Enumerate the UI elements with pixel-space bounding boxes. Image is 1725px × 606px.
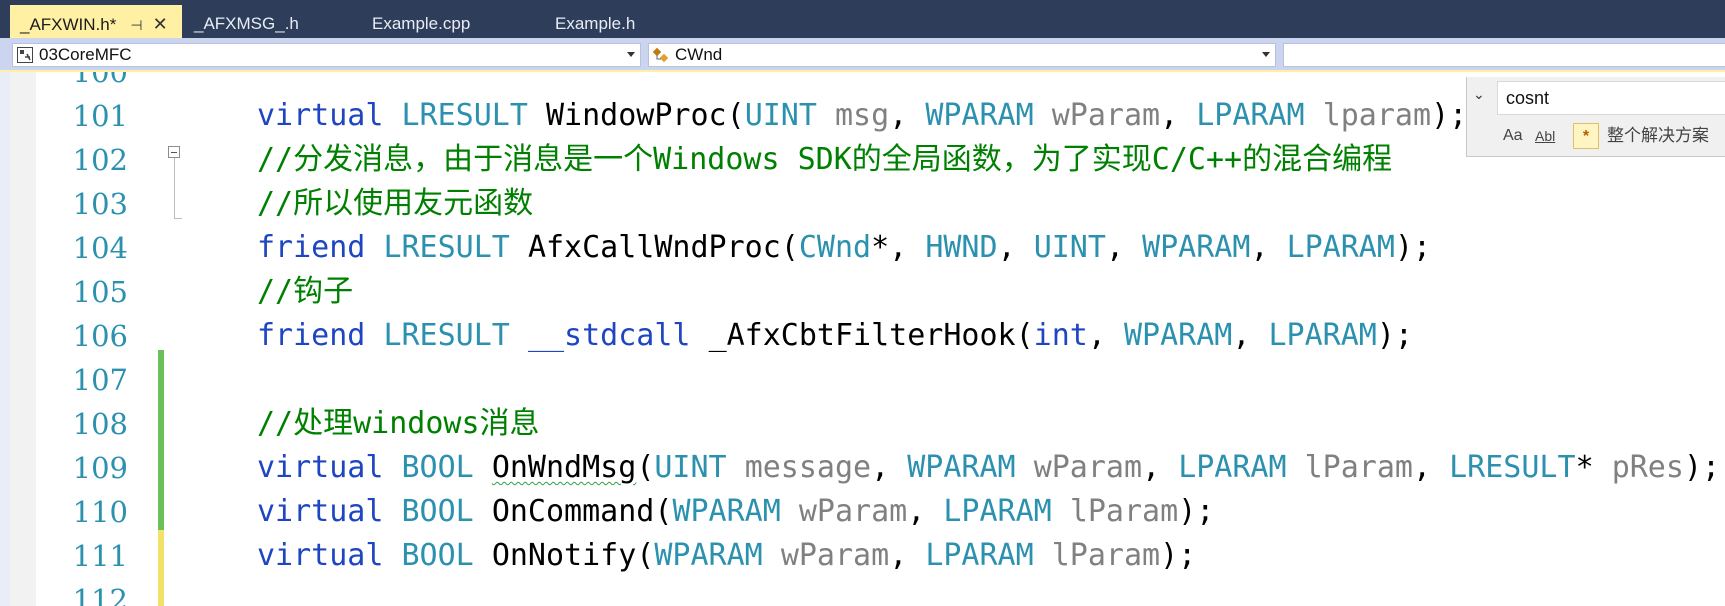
line-number: 104 (72, 231, 128, 265)
document-tab-bar: _AFXWIN.h* ⊣ ✕ _AFXMSG_.h Example.cpp Exam… (0, 0, 1725, 38)
outline-guide-end (174, 218, 182, 219)
match-whole-word-toggle[interactable]: Abl (1535, 123, 1555, 149)
outline-guide (174, 158, 175, 218)
line-number: 112 (72, 583, 128, 606)
code-line-109: virtual BOOL OnWndMsg(UINT message, WPAR… (257, 450, 1721, 485)
class-icon (653, 47, 669, 63)
tab-afxwin-h[interactable]: _AFXWIN.h* ⊣ ✕ (10, 5, 182, 38)
tab-label: Example.cpp (372, 14, 471, 33)
line-number: 102 (72, 143, 128, 177)
regex-toggle[interactable]: * (1573, 123, 1599, 149)
code-line-104: friend LRESULT AfxCallWndProc(CWnd*, HWN… (257, 230, 1432, 265)
tab-label: _AFXMSG_.h (194, 14, 299, 33)
line-number: 106 (72, 319, 128, 353)
member-dropdown[interactable] (1283, 43, 1725, 67)
code-line-101: virtual LRESULT WindowProc(UINT msg, WPA… (257, 98, 1468, 133)
project-dropdown[interactable]: 03CoreMFC (12, 43, 641, 67)
chevron-down-icon (627, 52, 635, 57)
navigation-bar: 03CoreMFC CWnd (0, 38, 1725, 72)
find-input[interactable]: cosnt (1497, 81, 1725, 115)
find-widget: ⌄ cosnt Aa Abl * 整个解决方案 (1466, 77, 1725, 157)
editor-side-strip (0, 72, 10, 606)
code-line-110: virtual BOOL OnCommand(WPARAM wParam, LP… (257, 494, 1215, 529)
line-number: 105 (72, 275, 128, 309)
tab-example-h[interactable]: Example.h (545, 5, 705, 38)
project-name: 03CoreMFC (39, 45, 132, 64)
saved-change-marker (158, 350, 164, 530)
code-line-108: //处理windows消息 (257, 406, 540, 441)
collapse-icon[interactable] (168, 146, 180, 158)
tab-label: _AFXWIN.h* (20, 15, 117, 34)
line-number: 101 (72, 99, 128, 133)
selection-margin (10, 72, 36, 606)
tab-example-cpp[interactable]: Example.cpp (362, 5, 512, 38)
line-number: 107 (72, 363, 128, 397)
code-line-106: friend LRESULT __stdcall _AfxCbtFilterHo… (257, 318, 1413, 353)
chevron-down-icon[interactable]: ⌄ (1473, 87, 1485, 103)
tab-afxmsg-h[interactable]: _AFXMSG_.h (184, 5, 334, 38)
search-scope[interactable]: 整个解决方案 (1607, 123, 1709, 149)
line-number: 109 (72, 451, 128, 485)
scope-dropdown[interactable]: CWnd (648, 43, 1276, 67)
code-line-105: //钩子 (257, 274, 354, 309)
line-number: 100 (72, 72, 128, 89)
project-icon (17, 47, 33, 63)
line-number: 108 (72, 407, 128, 441)
line-number: 111 (72, 539, 128, 573)
code-line-111: virtual BOOL OnNotify(WPARAM wParam, LPA… (257, 538, 1197, 573)
code-line-102: //分发消息，由于消息是一个Windows SDK的全局函数，为了实现C/C++… (257, 142, 1393, 177)
scope-name: CWnd (675, 45, 723, 64)
code-line-103: //所以使用友元函数 (257, 186, 534, 221)
tab-label: Example.h (555, 14, 636, 33)
chevron-down-icon (1262, 52, 1270, 57)
line-number: 103 (72, 187, 128, 221)
match-case-toggle[interactable]: Aa (1503, 123, 1523, 149)
unsaved-change-marker (158, 530, 164, 606)
line-number: 110 (72, 495, 128, 529)
